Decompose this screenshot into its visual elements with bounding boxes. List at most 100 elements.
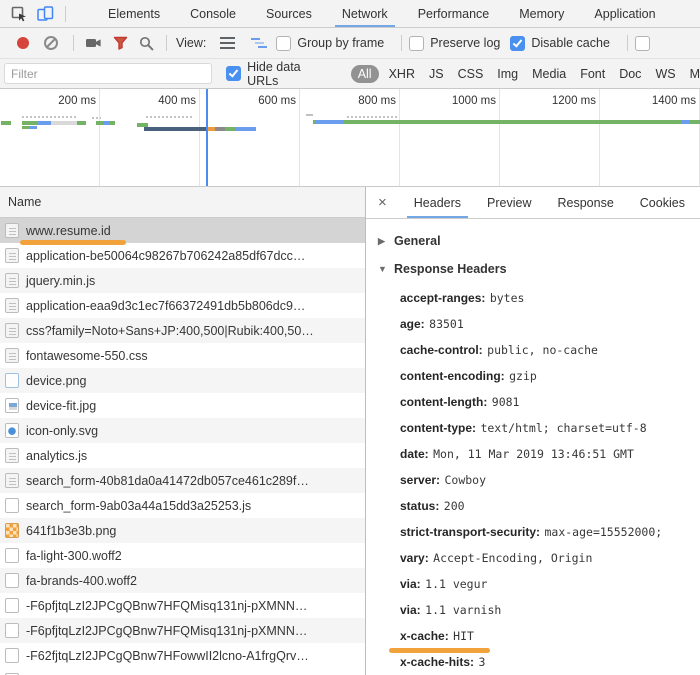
header-name: via:	[400, 577, 421, 591]
main-tab[interactable]: Console	[175, 0, 251, 27]
timeline-tick-label: 1400 ms	[640, 95, 696, 107]
header-value: gzip	[509, 369, 537, 383]
search-icon[interactable]	[136, 34, 156, 52]
close-icon[interactable]: ×	[378, 195, 387, 210]
file-name: application-be50064c98267b706242a85df67d…	[26, 249, 305, 263]
table-row[interactable]: -F6pfjtqLzI2JPCgQBnw7HFQMisq131nj-pXMNN…	[0, 618, 365, 643]
clipped-checkbox[interactable]	[635, 36, 650, 51]
file-name: -F6pfjtqLzI2JPCgQBnw7HFQMisq131nj-pXMNN…	[26, 599, 307, 613]
header-name: date:	[400, 447, 429, 461]
main-tab-bar: ElementsConsoleSourcesNetworkPerformance…	[0, 0, 700, 28]
resource-type-filter[interactable]: JS	[429, 67, 444, 81]
response-header-row: server: Cowboy	[400, 467, 700, 493]
record-button[interactable]	[17, 37, 29, 49]
main-tab[interactable]: Elements	[93, 0, 175, 27]
table-row[interactable]: fa-light-300.woff2	[0, 543, 365, 568]
main-tab[interactable]: Performance	[403, 0, 505, 27]
table-row[interactable]: search_form-9ab03a44a15dd3a25253.js	[0, 493, 365, 518]
resource-type-filter[interactable]: CSS	[458, 67, 484, 81]
table-row[interactable]: application-eaa9d3c1ec7f66372491db5b806d…	[0, 293, 365, 318]
file-name: search_form-40b81da0a41472db057ce461c289…	[26, 474, 309, 488]
file-type-icon	[5, 573, 19, 588]
file-type-icon	[5, 248, 19, 263]
clear-icon[interactable]	[44, 36, 58, 50]
header-value: 3	[478, 655, 485, 669]
file-name: www.resume.id	[26, 224, 111, 238]
screenshot-camera-icon[interactable]	[84, 34, 104, 52]
resource-type-filter[interactable]: Media	[532, 67, 566, 81]
resource-type-filter[interactable]: Font	[580, 67, 605, 81]
timeline-overview[interactable]: 200 ms400 ms600 ms800 ms1000 ms1200 ms14…	[0, 89, 700, 187]
table-row[interactable]: -F6pfjtqLzI2JPCgQBnw7HFQMisq131nj-pXMNN…	[0, 593, 365, 618]
inspect-element-icon[interactable]	[9, 5, 29, 23]
timeline-bar	[109, 121, 115, 125]
divider	[401, 35, 402, 51]
timeline-bar	[1, 121, 11, 125]
general-section-label: General	[394, 234, 441, 248]
group-by-frame-label: Group by frame	[297, 36, 384, 50]
timeline-bar	[225, 127, 236, 131]
detail-tab[interactable]: Response	[544, 187, 626, 218]
table-row[interactable]	[0, 668, 365, 675]
table-row[interactable]: icon-only.svg	[0, 418, 365, 443]
detail-tab-bar: × HeadersPreviewResponseCookies	[366, 187, 700, 219]
divider	[166, 35, 167, 51]
table-row[interactable]: application-be50064c98267b706242a85df67d…	[0, 243, 365, 268]
detail-tab[interactable]: Headers	[401, 187, 474, 218]
main-tab[interactable]: Memory	[504, 0, 579, 27]
file-type-icon	[5, 473, 19, 488]
table-row[interactable]: -F62fjtqLzI2JPCgQBnw7HFowwII2lcno-A1frgQ…	[0, 643, 365, 668]
network-toolbar: View: Group by frame Preserve log Disabl…	[0, 28, 700, 59]
detail-tab[interactable]: Cookies	[627, 187, 698, 218]
resource-type-filter[interactable]: WS	[655, 67, 675, 81]
file-type-icon	[5, 598, 19, 613]
timeline-bar	[22, 121, 37, 125]
table-row[interactable]: css?family=Noto+Sans+JP:400,500|Rubik:40…	[0, 318, 365, 343]
filter-input[interactable]	[4, 63, 212, 84]
table-row[interactable]: device-fit.jpg	[0, 393, 365, 418]
response-header-row: via: 1.1 vegur	[400, 571, 700, 597]
header-name: content-type:	[400, 421, 476, 435]
general-section-header[interactable]: ▶ General	[366, 227, 700, 255]
timeline-tick-label: 800 ms	[340, 95, 396, 107]
table-row[interactable]: fa-brands-400.woff2	[0, 568, 365, 593]
detail-tab[interactable]: Preview	[474, 187, 544, 218]
table-row[interactable]: jquery.min.js	[0, 268, 365, 293]
group-by-frame-checkbox[interactable]	[276, 36, 291, 51]
table-row[interactable]: analytics.js	[0, 443, 365, 468]
headers-content: ▶ General ▼ Response Headers accept-rang…	[366, 219, 700, 675]
table-row[interactable]: 641f1b3e3b.png	[0, 518, 365, 543]
preserve-log-checkbox[interactable]	[409, 36, 424, 51]
request-list-pane: Name www.resume.id application-be50064c9…	[0, 187, 366, 675]
response-headers-section-header[interactable]: ▼ Response Headers	[366, 255, 700, 283]
filter-funnel-icon[interactable]	[110, 34, 130, 52]
main-tab[interactable]: Network	[327, 0, 403, 27]
main-tab[interactable]: Sources	[251, 0, 327, 27]
header-value: 200	[444, 499, 465, 513]
header-name: strict-transport-security:	[400, 525, 540, 539]
main-tab[interactable]: Application	[579, 0, 670, 27]
response-headers-section-label: Response Headers	[394, 262, 507, 276]
disable-cache-checkbox[interactable]	[510, 36, 525, 51]
resource-type-filter[interactable]: All	[351, 65, 379, 83]
table-row[interactable]: device.png	[0, 368, 365, 393]
file-type-icon	[5, 323, 19, 338]
chevron-down-icon: ▼	[378, 264, 387, 274]
name-column-header[interactable]: Name	[0, 187, 365, 218]
hide-data-urls-checkbox[interactable]	[226, 66, 241, 81]
list-view-icon[interactable]	[220, 37, 235, 49]
resource-type-filter[interactable]: M	[690, 67, 700, 81]
waterfall-view-icon[interactable]	[251, 37, 268, 49]
file-type-icon	[5, 273, 19, 288]
resource-type-filter[interactable]: Doc	[619, 67, 641, 81]
header-value: public, no-cache	[487, 343, 598, 357]
resource-type-filter[interactable]: Img	[497, 67, 518, 81]
resource-type-filter[interactable]: XHR	[389, 67, 415, 81]
view-label: View:	[176, 36, 206, 50]
request-rows: www.resume.id application-be50064c98267b…	[0, 218, 365, 675]
file-name: -F62fjtqLzI2JPCgQBnw7HFowwII2lcno-A1frgQ…	[26, 649, 309, 663]
device-toolbar-icon[interactable]	[35, 5, 55, 23]
table-row[interactable]: fontawesome-550.css	[0, 343, 365, 368]
table-row[interactable]: search_form-40b81da0a41472db057ce461c289…	[0, 468, 365, 493]
file-name: analytics.js	[26, 449, 87, 463]
